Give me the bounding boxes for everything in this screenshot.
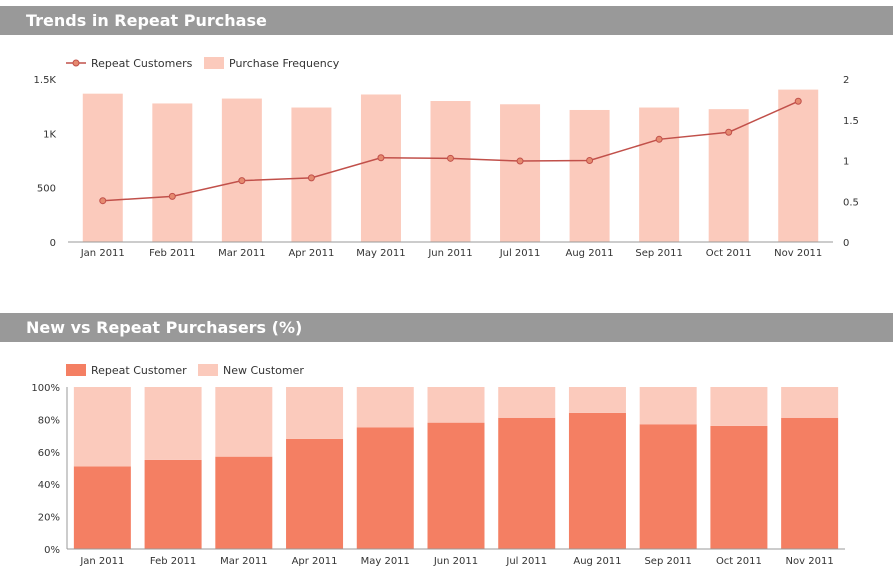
x-tick-label: Jul 2011 (505, 556, 547, 567)
repeat-customers-point (307, 174, 315, 182)
y-tick-label: 0% (44, 545, 60, 556)
y-left-tick-label: 1K (43, 129, 56, 140)
repeat-customer-bar (710, 425, 768, 549)
y-tick-label: 80% (38, 415, 60, 426)
x-tick-label: Jan 2011 (79, 556, 124, 567)
x-tick-label: Jan 2011 (80, 248, 125, 259)
x-tick-label: May 2011 (361, 556, 410, 567)
x-tick-label: Sep 2011 (644, 556, 691, 567)
x-tick-label: Oct 2011 (716, 556, 762, 567)
purchase-frequency-bar (569, 109, 610, 242)
x-tick-label: Nov 2011 (774, 248, 822, 259)
purchase-frequency-bar (82, 93, 123, 242)
x-tick-label: Aug 2011 (573, 556, 621, 567)
repeat-customer-bar (781, 417, 839, 549)
new-customer-bar (286, 387, 344, 439)
x-tick-label: Jun 2011 (427, 248, 472, 259)
repeat-customer-bar (568, 412, 626, 549)
x-tick-label: Mar 2011 (218, 248, 266, 259)
repeat-customer-bar (286, 438, 344, 549)
y-right-tick-label: 0.5 (843, 197, 859, 208)
legend: Repeat Customers Purchase Frequency (66, 57, 340, 70)
x-tick-label: Jun 2011 (433, 556, 478, 567)
purchase-frequency-bar (430, 101, 471, 242)
repeat-customer-bar (639, 424, 697, 549)
purchase-frequency-bar (360, 94, 401, 242)
repeat-customer-bar (427, 422, 485, 549)
y-right-tick-label: 1.5 (843, 116, 859, 127)
legend-marker-swatch (72, 59, 80, 67)
purchase-frequency-bar (500, 104, 541, 242)
new-vs-repeat-chart: Repeat Customer New Customer 0% 20% 40% 60% 80… (31, 364, 845, 567)
purchase-frequency-bar (152, 103, 193, 242)
new-customer-bar (639, 387, 697, 425)
x-tick-label: Sep 2011 (635, 248, 682, 259)
repeat-customer-bar (498, 417, 556, 549)
y-left-tick-label: 500 (37, 184, 56, 195)
legend-swatch-repeat (66, 364, 86, 376)
x-tick-label: Aug 2011 (566, 248, 614, 259)
new-customer-bar (568, 387, 626, 413)
purchase-frequency-bar (221, 98, 262, 242)
repeat-customers-point (725, 128, 733, 136)
repeat-customers-point (238, 177, 246, 185)
repeat-customer-bar (356, 427, 414, 549)
new-customer-bar (144, 387, 202, 460)
y-tick-label: 100% (31, 383, 60, 394)
new-customer-bar (781, 387, 839, 418)
purchase-frequency-bar (778, 89, 819, 242)
x-tick-label: Nov 2011 (786, 556, 834, 567)
y-left-tick-label: 1.5K (34, 75, 57, 86)
new-customer-bar (498, 387, 556, 418)
repeat-customers-point (377, 154, 385, 162)
new-customer-bar (215, 387, 273, 457)
legend-label-new-customer: New Customer (223, 364, 304, 377)
x-tick-label: Feb 2011 (150, 556, 196, 567)
y-right-tick-label: 1 (843, 157, 849, 168)
legend-label-purchase-frequency: Purchase Frequency (229, 57, 340, 70)
legend-bar-swatch (204, 57, 224, 69)
repeat-purchase-trend-chart: Repeat Customers Purchase Frequency 0 500 1K… (34, 57, 859, 259)
repeat-customer-bar (215, 456, 273, 549)
trends-panel-title: Trends in Repeat Purchase (0, 6, 893, 35)
y-left-tick-label: 0 (50, 238, 56, 249)
x-tick-label: Feb 2011 (149, 248, 195, 259)
repeat-customers-point (168, 192, 176, 200)
legend-swatch-new (198, 364, 218, 376)
repeat-customers-point (655, 135, 663, 143)
repeat-customers-point (516, 157, 524, 165)
x-tick-label: Apr 2011 (292, 556, 338, 567)
x-tick-label: Jul 2011 (499, 248, 541, 259)
repeat-customers-point (794, 97, 802, 105)
x-tick-label: Oct 2011 (706, 248, 752, 259)
repeat-customer-bar (144, 459, 202, 549)
new-customer-bar (73, 387, 131, 467)
y-right-tick-label: 0 (843, 238, 849, 249)
repeat-customer-bar (73, 466, 131, 549)
new-vs-repeat-panel-title: New vs Repeat Purchasers (%) (0, 313, 893, 342)
x-tick-label: May 2011 (356, 248, 405, 259)
x-tick-label: Apr 2011 (288, 248, 334, 259)
repeat-customers-point (586, 157, 594, 164)
y-tick-label: 40% (38, 480, 60, 491)
legend-label-repeat-customers: Repeat Customers (91, 57, 193, 70)
legend: Repeat Customer New Customer (66, 364, 304, 377)
new-customer-bar (710, 387, 768, 426)
repeat-customers-point (447, 154, 454, 162)
new-customer-bar (427, 387, 485, 423)
legend-label-repeat-customer: Repeat Customer (91, 364, 187, 377)
y-right-tick-label: 2 (843, 75, 849, 86)
y-tick-label: 60% (38, 448, 60, 459)
new-customer-bar (356, 387, 414, 428)
x-tick-label: Mar 2011 (220, 556, 268, 567)
y-tick-label: 20% (38, 513, 60, 524)
purchase-frequency-bar (639, 107, 680, 243)
repeat-customers-point (99, 197, 107, 205)
